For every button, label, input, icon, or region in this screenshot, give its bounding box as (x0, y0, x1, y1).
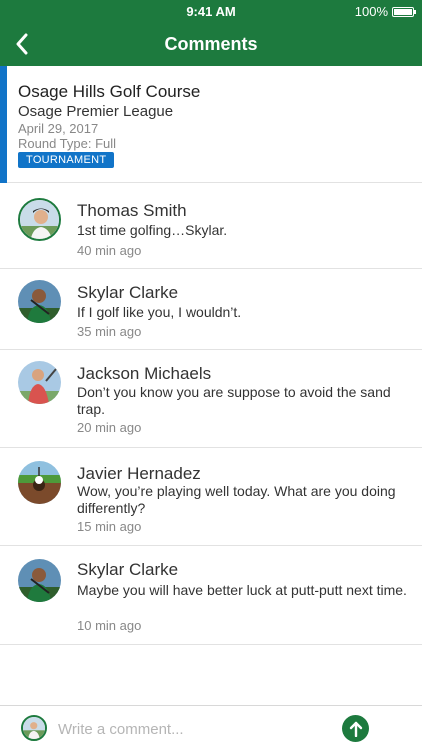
event-date: April 29, 2017 (18, 121, 99, 136)
nav-bar: Comments (0, 22, 422, 66)
comment-text: Don’t you know you are suppose to avoid … (77, 384, 391, 417)
battery-percent: 100% (354, 4, 388, 19)
comment-input[interactable] (56, 716, 330, 742)
commenter-name: Jackson Michaels (77, 364, 212, 383)
comment-time: 40 min ago (77, 243, 142, 258)
comment-time: 20 min ago (77, 420, 142, 435)
comment-composer (0, 705, 422, 750)
commenter-name: Skylar Clarke (77, 283, 179, 302)
status-bar: 9:41 AM 100% (0, 0, 422, 22)
tournament-badge: TOURNAMENT (18, 152, 115, 168)
page-title: Comments (164, 34, 258, 54)
avatar[interactable] (18, 280, 61, 323)
avatar[interactable] (18, 361, 61, 404)
comment-time: 35 min ago (77, 324, 142, 339)
commenter-name: Javier Hernadez (77, 464, 201, 483)
comment-item: Skylar Clarke Maybe you will have better… (0, 546, 422, 645)
comment-item: Jackson Michaels Don’t you know you are … (0, 350, 422, 448)
event-header: Osage Hills Golf Course Osage Premier Le… (0, 66, 422, 183)
comment-time: 15 min ago (77, 519, 142, 534)
comment-text: If I golf like you, I wouldn’t. (77, 304, 242, 320)
comment-item: Javier Hernadez Wow, you’re playing well… (0, 448, 422, 546)
comment-item: Thomas Smith 1st time golfing…Skylar. 40… (0, 183, 422, 269)
event-accent-bar (0, 66, 7, 183)
battery-icon (392, 6, 416, 17)
comment-text: Wow, you’re playing well today. What are… (77, 483, 396, 516)
avatar[interactable] (18, 559, 61, 602)
avatar[interactable] (18, 198, 61, 241)
arrow-up-icon (349, 721, 362, 737)
event-course: Osage Hills Golf Course (18, 82, 201, 101)
commenter-name: Thomas Smith (77, 201, 187, 220)
battery-indicator: 100% (354, 4, 416, 19)
event-round-type: Round Type: Full (18, 136, 117, 151)
comment-item: Skylar Clarke If I golf like you, I woul… (0, 269, 422, 350)
comment-text: 1st time golfing…Skylar. (77, 222, 228, 238)
send-button[interactable] (342, 715, 369, 742)
current-user-avatar (21, 715, 47, 741)
comment-text: Maybe you will have better luck at putt-… (77, 582, 407, 598)
avatar[interactable] (18, 461, 61, 504)
commenter-name: Skylar Clarke (77, 560, 179, 579)
event-league: Osage Premier League (18, 103, 174, 120)
comment-time: 10 min ago (77, 618, 142, 633)
